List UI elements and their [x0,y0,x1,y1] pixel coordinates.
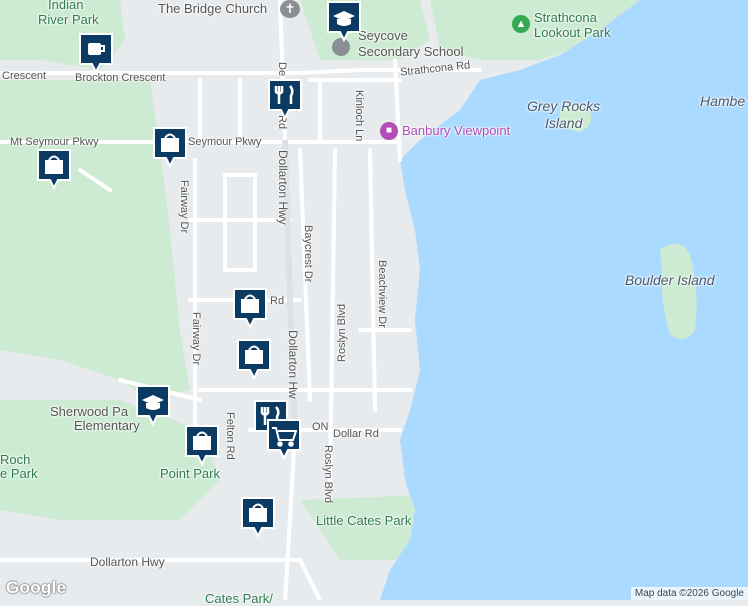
roche-label-1: Roch [0,452,31,467]
beachview-dr-label: Beachview Dr [376,260,388,328]
dollarton-hwy-label-3: Dollarton Hwy [90,555,165,569]
hamber-label: Hambe [700,93,746,109]
deep-cove-rd-label: De [276,62,288,77]
school-marker-top[interactable] [326,0,362,44]
dollarton-hwy-label-1: Dollarton Hwy [276,150,290,225]
grocery-marker[interactable] [266,418,302,462]
restaurant-marker-top[interactable] [267,78,303,122]
bridge-church-label: The Bridge Church [158,1,268,16]
boulder-island-label: Boulder Island [625,272,715,288]
shopping-marker-5[interactable] [184,424,220,468]
grey-rocks-label-1: Grey Rocks [527,98,601,114]
seycove-label-2: Secondary School [358,44,464,59]
seycove-label-1: Seycove [358,28,408,43]
fairway-dr-label-2: Fairway Dr [190,312,202,366]
shopping-marker-2[interactable] [36,148,72,192]
roche-label-3: Point Park [160,466,220,481]
felton-rd-label: Felton Rd [224,412,236,460]
grey-rocks-label-2: Island [545,115,583,131]
sherwood-label-1: Sherwood Pa [50,404,129,419]
cafe-marker[interactable] [78,32,114,76]
banbury-viewpoint-label: Banbury Viewpoint [402,123,511,138]
sherwood-label-2: Elementary [74,418,140,433]
kinloch-ln-label: Kinloch Ln [353,90,365,142]
strathcona-label-1: Strathcona [534,10,597,25]
google-logo: Google [6,578,67,597]
dollarton-hwy-label-2: Dollarton Hw [286,330,300,399]
church-icon: ✝ [280,0,300,18]
indian-river-park-label-1: Indian [48,0,84,12]
roslyn-blvd-label-2: Roslyn Blvd [322,445,334,504]
baycrest-dr-label: Baycrest Dr [302,225,314,283]
shopping-marker-3[interactable] [232,287,268,331]
brockton-crescent-label-1: Crescent [2,70,47,82]
shopping-marker-1[interactable] [152,126,188,170]
park-tree-icon: ▲ [512,15,530,33]
shopping-marker-6[interactable] [240,496,276,540]
school-marker-sherwood[interactable] [135,384,171,428]
map-attribution: Map data ©2026 Google [630,587,748,600]
on-label: ON [312,421,329,433]
rd-small-label: Rd [270,295,285,307]
little-cates-park-label: Little Cates Park [316,513,412,528]
cates-park-label: Cates Park/ [205,591,273,606]
strathcona-label-2: Lookout Park [534,25,611,40]
camera-icon: ■ [380,122,398,140]
mt-seymour-pkwy-label-2: Seymour Pkwy [188,136,262,148]
dollar-rd-label: Dollar Rd [333,428,379,440]
roslyn-blvd-label-1: Roslyn Blvd [336,303,348,362]
roche-label-2: e Park [0,466,38,481]
map-canvas[interactable] [0,0,748,600]
indian-river-park-label-2: River Park [38,12,99,27]
shopping-marker-4[interactable] [236,338,272,382]
mt-seymour-pkwy-label-1: Mt Seymour Pkwy [10,136,99,148]
fairway-dr-label-1: Fairway Dr [178,180,190,234]
